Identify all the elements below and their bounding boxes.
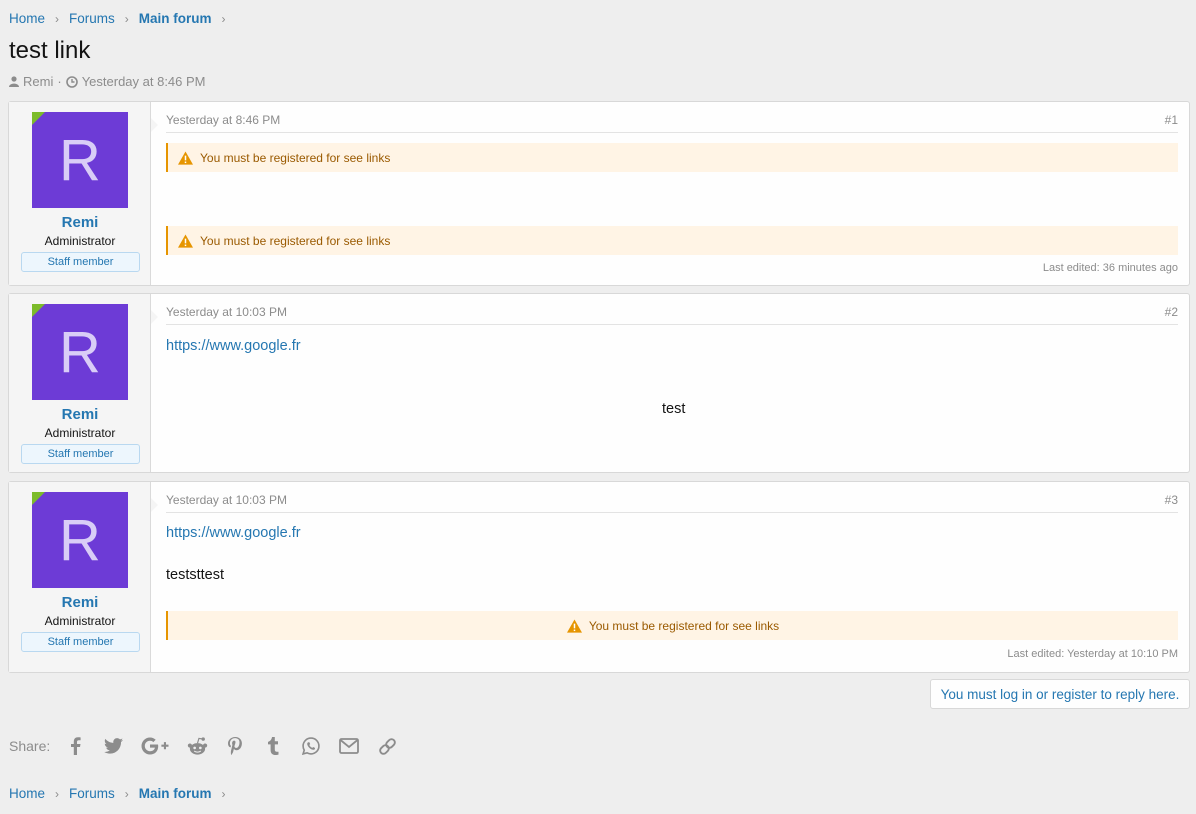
avatar-letter: R — [59, 319, 101, 385]
chevron-right-icon: › — [55, 786, 60, 801]
post-user-panel: R Remi Administrator Staff member — [9, 102, 158, 285]
chevron-right-icon: › — [124, 786, 129, 801]
login-register-link[interactable]: You must log in or register to reply her… — [930, 679, 1190, 709]
user-title: Administrator — [44, 234, 116, 248]
username-link[interactable]: Remi — [9, 406, 151, 423]
link-icon[interactable] — [376, 735, 398, 757]
avatar-letter: R — [59, 507, 101, 573]
google-plus-icon[interactable] — [140, 735, 170, 757]
post-content: Yesterday at 8:46 PM #1 You must be regi… — [166, 102, 1178, 285]
avatar[interactable]: R — [32, 492, 128, 588]
avatar[interactable]: R — [32, 112, 128, 208]
chevron-right-icon: › — [124, 11, 129, 26]
breadcrumb-home[interactable]: Home — [9, 786, 45, 801]
warning-icon — [178, 150, 193, 165]
whatsapp-icon[interactable] — [300, 735, 322, 757]
notice-text: You must be registered for see links — [588, 618, 780, 633]
username-link[interactable]: Remi — [9, 594, 151, 611]
panel-arrow — [151, 498, 158, 512]
post-date-link[interactable]: Yesterday at 8:46 PM — [166, 113, 280, 127]
notice-text: You must be registered for see links — [200, 233, 391, 248]
post-text: teststtest — [166, 567, 225, 583]
thread-meta: Remi · Yesterday at 8:46 PM — [9, 74, 206, 89]
post-number-link[interactable]: #3 — [1165, 493, 1178, 507]
panel-arrow — [151, 310, 158, 324]
registration-notice: You must be registered for see links — [166, 611, 1178, 640]
post-header: Yesterday at 10:03 PM #3 — [166, 493, 1178, 513]
user-title: Administrator — [44, 426, 116, 440]
facebook-icon[interactable] — [64, 735, 86, 757]
breadcrumb-home[interactable]: Home — [9, 11, 45, 26]
thread-author-link[interactable]: Remi — [23, 74, 53, 89]
breadcrumb-forums[interactable]: Forums — [69, 786, 115, 801]
breadcrumb-main-forum[interactable]: Main forum — [139, 786, 212, 801]
clock-icon — [65, 75, 78, 88]
post-user-panel: R Remi Administrator Staff member — [9, 294, 158, 472]
staff-badge: Staff member — [21, 632, 140, 652]
post-content: Yesterday at 10:03 PM #3 https://www.goo… — [166, 482, 1178, 672]
post-content: Yesterday at 10:03 PM #2 https://www.goo… — [166, 294, 1178, 472]
post-link[interactable]: https://www.google.fr — [166, 525, 301, 541]
warning-icon — [178, 233, 193, 248]
share-label: Share: — [9, 738, 51, 754]
page-title: test link — [9, 37, 91, 64]
post-date-link[interactable]: Yesterday at 10:03 PM — [166, 493, 287, 507]
staff-badge: Staff member — [21, 444, 140, 464]
post-number-link[interactable]: #2 — [1165, 305, 1178, 319]
pinterest-icon[interactable] — [224, 735, 246, 757]
email-icon[interactable] — [338, 735, 360, 757]
post-link[interactable]: https://www.google.fr — [166, 338, 301, 354]
post-number-link[interactable]: #1 — [1165, 113, 1178, 127]
post-2: R Remi Administrator Staff member Yester… — [8, 293, 1190, 473]
post-3: R Remi Administrator Staff member Yester… — [8, 481, 1190, 673]
online-indicator — [32, 492, 45, 505]
meta-separator: · — [57, 74, 62, 89]
reddit-icon[interactable] — [186, 735, 208, 757]
notice-text: You must be registered for see links — [200, 150, 391, 165]
breadcrumb-forums[interactable]: Forums — [69, 11, 115, 26]
online-indicator — [32, 304, 45, 317]
staff-badge: Staff member — [21, 252, 140, 272]
user-title: Administrator — [44, 614, 116, 628]
chevron-right-icon: › — [221, 11, 226, 26]
share-bar: Share: — [9, 735, 414, 757]
post-date-link[interactable]: Yesterday at 10:03 PM — [166, 305, 287, 319]
avatar-letter: R — [59, 127, 101, 193]
post-header: Yesterday at 10:03 PM #2 — [166, 305, 1178, 325]
warning-icon — [566, 618, 582, 633]
twitter-icon[interactable] — [102, 735, 124, 757]
registration-notice: You must be registered for see links — [166, 143, 1178, 172]
last-edited: Last edited: 36 minutes ago — [1042, 262, 1178, 274]
breadcrumb-main-forum[interactable]: Main forum — [139, 11, 212, 26]
post-header: Yesterday at 8:46 PM #1 — [166, 113, 1178, 133]
chevron-right-icon: › — [55, 11, 60, 26]
tumblr-icon[interactable] — [262, 735, 284, 757]
username-link[interactable]: Remi — [9, 214, 151, 231]
thread-date-link[interactable]: Yesterday at 8:46 PM — [82, 74, 206, 89]
last-edited: Last edited: Yesterday at 10:10 PM — [1007, 648, 1178, 660]
panel-arrow — [151, 118, 158, 132]
breadcrumb-bottom: Home › Forums › Main forum › — [9, 786, 236, 801]
chevron-right-icon: › — [221, 786, 226, 801]
avatar[interactable]: R — [32, 304, 128, 400]
online-indicator — [32, 112, 45, 125]
registration-notice: You must be registered for see links — [166, 226, 1178, 255]
post-text: test — [662, 401, 686, 417]
post-user-panel: R Remi Administrator Staff member — [9, 482, 158, 672]
post-1: R Remi Administrator Staff member Yester… — [8, 101, 1190, 286]
user-icon — [9, 76, 19, 87]
breadcrumb-top: Home › Forums › Main forum › — [9, 11, 236, 26]
